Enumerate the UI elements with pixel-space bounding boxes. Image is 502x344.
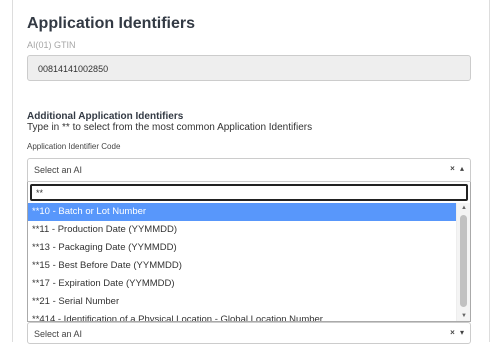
additional-ai-title: Additional Application Identifiers bbox=[27, 111, 184, 122]
ai-code-select-value: Select an AI bbox=[34, 165, 83, 175]
ai-code-select[interactable]: Select an AI × ▴ bbox=[27, 158, 471, 182]
select-controls: × ▴ bbox=[450, 164, 464, 173]
dropdown-option[interactable]: **11 - Production Date (YYMMDD) bbox=[28, 221, 456, 239]
dropdown-option[interactable]: **15 - Best Before Date (YYMMDD) bbox=[28, 257, 456, 275]
dropdown-option[interactable]: **414 - Identification of a Physical Loc… bbox=[28, 311, 456, 321]
caret-down-icon[interactable]: ▾ bbox=[460, 328, 464, 337]
ai-code-select-second[interactable]: Select an AI × ▾ bbox=[27, 322, 471, 344]
ai-code-dropdown: ** **10 - Batch or Lot Number **11 - Prod… bbox=[27, 182, 471, 322]
gtin-label: AI(01) GTIN bbox=[27, 40, 76, 50]
dropdown-scrollbar[interactable]: ▲ ▼ bbox=[456, 203, 470, 321]
additional-ai-subtitle: Type in ** to select from the most commo… bbox=[27, 122, 313, 133]
caret-up-icon[interactable]: ▴ bbox=[460, 164, 464, 173]
dropdown-options-list: **10 - Batch or Lot Number **11 - Product… bbox=[28, 203, 456, 321]
application-identifiers-card: Application Identifiers AI(01) GTIN 0081… bbox=[12, 0, 490, 344]
scroll-down-icon[interactable]: ▼ bbox=[459, 311, 469, 321]
dropdown-option[interactable]: **21 - Serial Number bbox=[28, 293, 456, 311]
dropdown-option[interactable]: **13 - Packaging Date (YYMMDD) bbox=[28, 239, 456, 257]
clear-icon[interactable]: × bbox=[450, 328, 455, 337]
ai-code-label: Application Identifier Code bbox=[27, 142, 121, 151]
page-title: Application Identifiers bbox=[27, 15, 196, 32]
scroll-up-icon[interactable]: ▲ bbox=[459, 203, 469, 213]
dropdown-option[interactable]: **10 - Batch or Lot Number bbox=[28, 203, 456, 221]
dropdown-search-input[interactable]: ** bbox=[30, 184, 468, 201]
second-select-controls: × ▾ bbox=[450, 328, 464, 337]
gtin-field: 00814141002850 bbox=[27, 55, 471, 81]
dropdown-option[interactable]: **17 - Expiration Date (YYMMDD) bbox=[28, 275, 456, 293]
clear-icon[interactable]: × bbox=[450, 164, 455, 173]
ai-code-select-second-value: Select an AI bbox=[34, 329, 83, 339]
scroll-thumb[interactable] bbox=[460, 215, 467, 307]
